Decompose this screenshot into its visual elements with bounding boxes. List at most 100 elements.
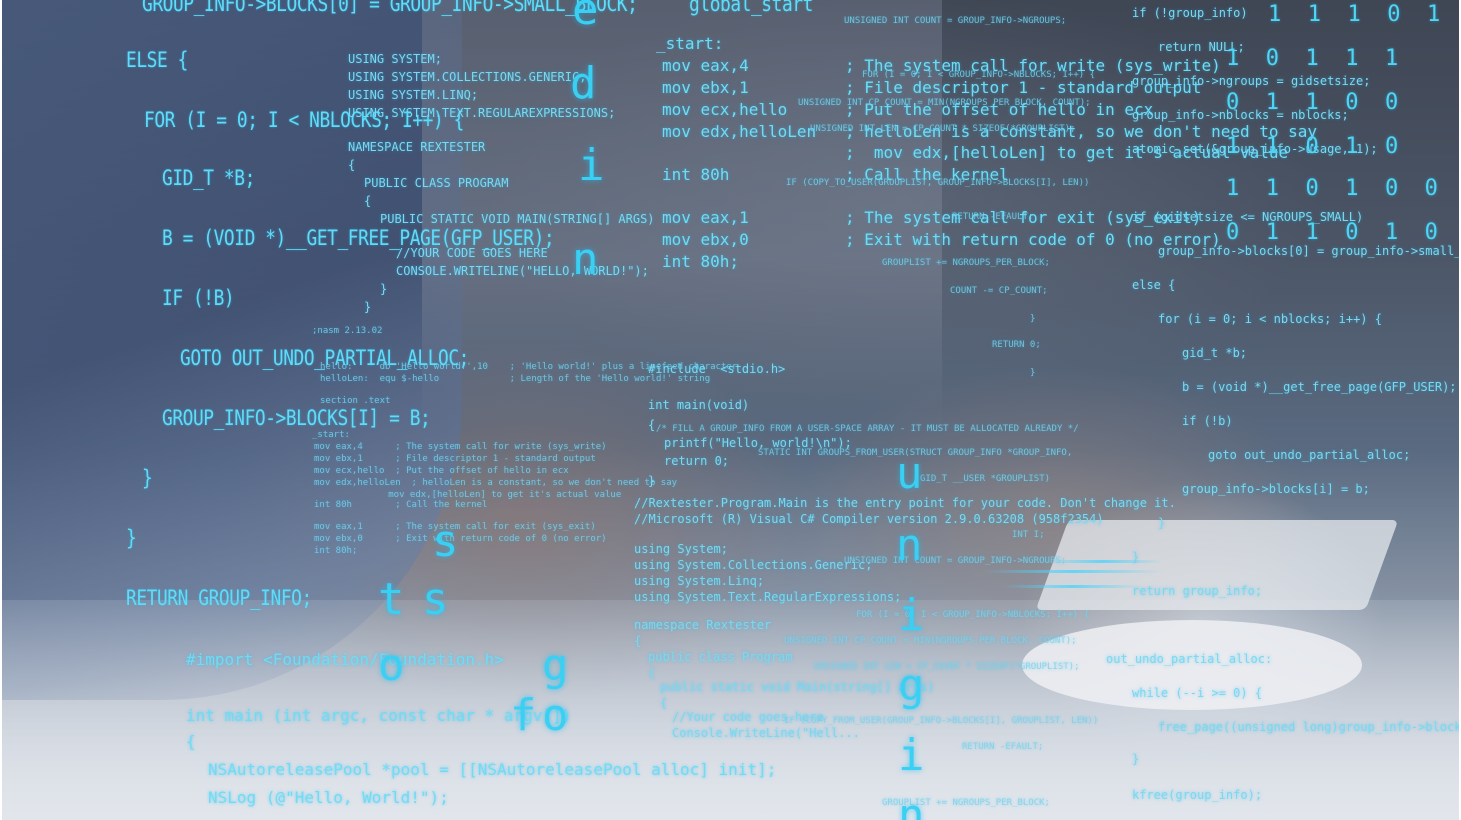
code-line: FOR (I = 0; I < GROUP_INFO->NBLOCKS; I++… — [862, 70, 1095, 80]
falling-letter: f — [510, 690, 537, 741]
code-line: USING SYSTEM; — [348, 52, 442, 66]
code-line: group_info->blocks[i] = b; — [1182, 482, 1370, 496]
light-streak — [1042, 560, 1162, 563]
light-streak — [1002, 585, 1142, 588]
code-line: #include <stdio.h> — [648, 362, 786, 376]
code-line: if (!b) — [1182, 414, 1233, 428]
code-line: } — [1132, 752, 1140, 766]
code-line: { — [660, 696, 668, 710]
code-line: mov ebx,1 ; File descriptor 1 - standard… — [314, 454, 596, 464]
code-line: USING SYSTEM.COLLECTIONS.GENERIC; — [348, 70, 587, 84]
code-line: { — [186, 732, 196, 751]
code-line: //Microsoft (R) Visual C# Compiler versi… — [634, 512, 1104, 526]
code-line: out_undo_partial_alloc: — [1106, 652, 1273, 666]
falling-letter: i — [898, 730, 925, 781]
code-line: INT I; — [1012, 530, 1045, 540]
code-line: } — [1158, 516, 1166, 530]
binary-row: 1 1 1 0 1 — [1268, 2, 1441, 27]
code-line: UNSIGNED INT COUNT = GROUP_INFO->NGROUPS… — [844, 556, 1067, 566]
code-line: RETURN -EFAULT; — [962, 742, 1044, 752]
code-line: using System.Text.RegularExpressions; — [634, 590, 902, 604]
code-line: UNSIGNED INT LEN = CP_COUNT * SIZEOF(*GR… — [814, 662, 1080, 672]
code-line: b = (void *)__get_free_page(GFP_USER); — [1182, 380, 1457, 394]
binary-row: 1 1 0 1 0 0 — [1226, 176, 1438, 201]
code-line: GROUP_INFO->BLOCKS[0] = GROUP_INFO->SMAL… — [142, 0, 813, 16]
code-line: } — [380, 282, 388, 296]
code-line: NSAutoreleasePool *pool = [[NSAutoreleas… — [208, 760, 777, 779]
code-line: goto out_undo_partial_alloc; — [1208, 448, 1411, 462]
falling-letter: d — [570, 58, 597, 109]
code-line: } — [364, 300, 372, 314]
falling-letter: e — [572, 0, 599, 35]
code-line: ELSE { — [126, 48, 188, 72]
code-line: UNSIGNED INT CP_COUNT = MIN(NGROUPS_PER_… — [784, 636, 1077, 646]
code-line: if (!group_info) — [1132, 6, 1248, 20]
code-line: UNSIGNED INT LEN = CP_COUNT * SIZEOF(*GR… — [810, 124, 1076, 134]
code-line: PUBLIC CLASS PROGRAM — [364, 176, 509, 190]
code-line: } — [1030, 368, 1036, 378]
code-line: RETURN 0; — [992, 340, 1041, 350]
code-line: USING SYSTEM.LINQ; — [348, 88, 479, 102]
falling-letter: n — [898, 790, 925, 820]
code-line: using System; — [634, 542, 728, 556]
binary-row: 0 1 1 0 0 — [1226, 90, 1399, 115]
code-line: mov edx,helloLen ; helloLen is a constan… — [314, 478, 678, 488]
code-line: } — [648, 474, 656, 488]
code-line: /* FILL A GROUP_INFO FROM A USER-SPACE A… — [656, 424, 1079, 434]
code-line: //YOUR CODE GOES HERE — [396, 246, 548, 260]
code-line: for (i = 0; i < nblocks; i++) { — [1158, 312, 1382, 326]
code-line: GROUPLIST += NGROUPS_PER_BLOCK; — [882, 258, 1050, 268]
code-line: mov eax,4 ; The system call for write (s… — [314, 442, 607, 452]
code-line: { — [634, 634, 642, 648]
binary-row: 1 1 0 1 0 — [1226, 134, 1399, 159]
code-line: while (--i >= 0) { — [1132, 686, 1263, 700]
falling-letter: s — [432, 516, 459, 567]
code-line: else { — [1132, 278, 1176, 292]
code-line: int 80h ; Call the kernel — [314, 500, 488, 510]
code-line: mov ebx,0 ; Exit with return code of 0 (… — [662, 230, 1221, 249]
falling-letter: n — [572, 234, 599, 285]
falling-letter: t — [378, 574, 405, 625]
code-line: using System.Linq; — [634, 574, 765, 588]
falling-letter: o — [378, 640, 405, 691]
falling-letter: g — [542, 640, 569, 691]
code-line: mov eax,1 ; The system call for exit (sy… — [662, 208, 1202, 227]
code-line: ;nasm 2.13.02 — [312, 326, 383, 336]
code-line: CONSOLE.WRITELINE("HELLO, WORLD!"); — [396, 264, 649, 278]
code-line: COUNT -= CP_COUNT; — [950, 286, 1048, 296]
code-line: #import <Foundation/Foundation.h> — [186, 650, 504, 669]
code-line: NAMESPACE REXTESTER — [348, 140, 486, 154]
code-line: UNSIGNED INT COUNT = GROUP_INFO->NGROUPS… — [844, 16, 1067, 26]
code-line: PUBLIC STATIC VOID MAIN(STRING[] ARGS) — [380, 212, 655, 226]
code-line: int 80h; — [662, 252, 740, 271]
code-line: gid_t *b; — [1182, 346, 1248, 360]
code-line: public static void Main(string[] args) — [660, 680, 935, 694]
code-line: { — [648, 666, 656, 680]
code-line: mov edx,[helloLen] to get it's actual va… — [372, 490, 622, 500]
background-photo: GROUP_INFO->BLOCKS[0] = GROUP_INFO->SMAL… — [2, 0, 1459, 820]
code-line: using System.Collections.Generic; — [634, 558, 873, 572]
falling-letter: s — [422, 574, 449, 625]
binary-row: 1 0 1 1 1 — [1226, 46, 1399, 71]
code-line: } — [142, 466, 153, 490]
code-line: Console.WriteLine("Hell... — [672, 726, 860, 740]
code-line: { — [648, 418, 656, 432]
code-line: GID_T *B; — [162, 166, 255, 190]
code-line: } — [1030, 314, 1036, 324]
code-line: RETURN -EFAULT; — [952, 212, 1034, 222]
code-line: FOR (I = 0; I < GROUP_INFO->NBLOCKS; I++… — [856, 610, 1089, 620]
code-line: { — [348, 158, 356, 172]
code-line: int main(void) — [648, 398, 750, 412]
falling-letter: i — [898, 590, 925, 641]
code-line: group_info->ngroups = gidsetsize; — [1132, 74, 1371, 88]
code-line: mov ecx,hello ; Put the offset of hello … — [314, 466, 569, 476]
code-line: _start: — [656, 34, 724, 53]
code-line: IF (COPY_TO_USER(GROUPLIST, GROUP_INFO->… — [786, 178, 1090, 188]
code-line: int 80h; — [314, 546, 358, 556]
code-line: mov ebx,1 ; File descriptor 1 - standard… — [662, 78, 1202, 97]
code-line: namespace Rextester — [634, 618, 772, 632]
code-line: { — [364, 194, 372, 208]
falling-letter: u — [896, 448, 923, 499]
code-line: mov ebx,0 ; Exit with return code of 0 (… — [314, 534, 607, 544]
code-line: IF (!B) — [162, 286, 235, 310]
